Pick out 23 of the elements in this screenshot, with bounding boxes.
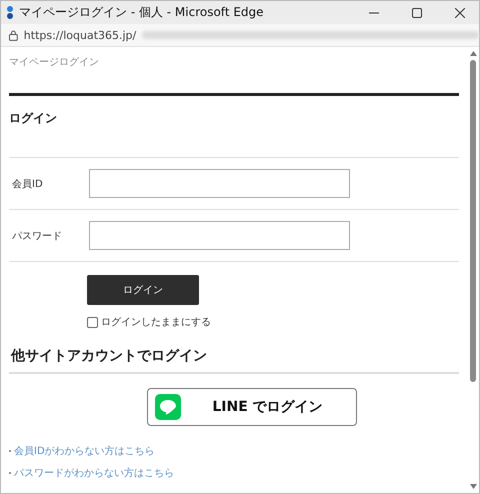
line-login-button[interactable]: LINE でログイン [146,388,356,426]
section-heading: 他サイトアカウントでログイン [9,347,459,374]
scroll-down-icon[interactable] [470,484,476,489]
url-text: https://loquat365.jp/ [24,28,136,42]
field-label: パスワード [11,230,63,242]
checkbox[interactable] [87,316,98,328]
help-link[interactable]: パスワードがわからない方はこちら [14,466,174,480]
input-field[interactable] [89,169,350,198]
window-title: マイページログイン - 個人 - Microsoft Edge [19,4,265,21]
close-icon[interactable] [455,8,465,18]
help-link[interactable]: 会員IDがわからない方はこちら [14,444,155,458]
scroll-up-icon[interactable] [470,51,476,56]
login-button[interactable]: ログイン [87,275,199,305]
section-heading: ログイン [9,110,58,127]
chat-bubble-logo-icon [154,394,180,420]
input-field[interactable] [89,221,350,250]
lock-icon [9,30,18,40]
app-icon [6,6,14,19]
scrollbar-thumb[interactable] [470,60,476,382]
checkbox-label: ログインしたままにする [101,316,211,329]
field-label: 会員ID [11,178,44,190]
breadcrumb: マイページログイン [9,56,100,69]
maximize-icon[interactable] [412,8,422,18]
